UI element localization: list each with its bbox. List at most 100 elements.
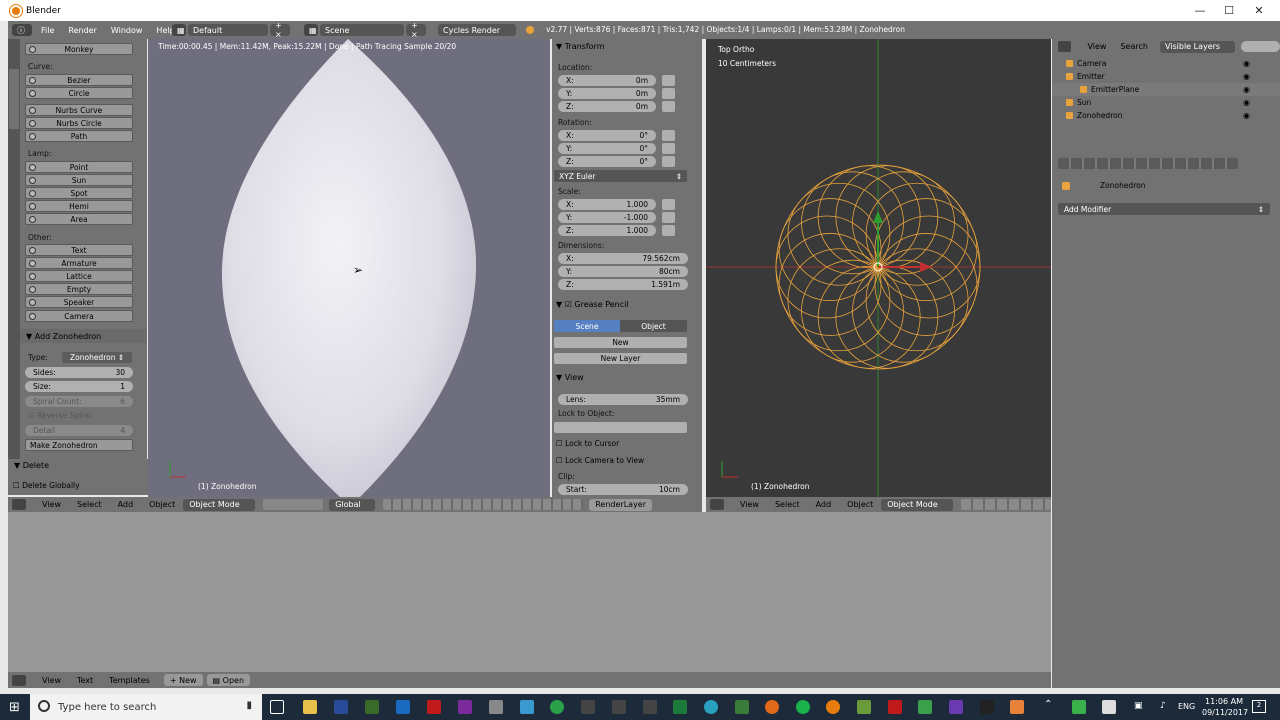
spotify-icon[interactable] <box>796 700 810 714</box>
language-indicator[interactable]: ENG <box>1178 702 1195 711</box>
add-hemi-lamp-button[interactable]: Hemi <box>25 200 133 212</box>
render-engine-select[interactable]: Cycles Render <box>438 24 516 36</box>
file-explorer-icon[interactable] <box>303 700 317 714</box>
menu-window[interactable]: Window <box>104 26 150 35</box>
outliner-item[interactable]: Camera ◉ <box>1052 57 1280 70</box>
outliner-filter-select[interactable]: Visible Layers <box>1159 40 1236 53</box>
excel-icon[interactable] <box>673 700 687 714</box>
sides-field[interactable]: Sides: 30 <box>25 367 133 378</box>
scale-z-field[interactable]: Z: 1.000 <box>558 225 656 236</box>
visibility-eye-icon[interactable]: ◉ <box>1243 98 1250 107</box>
blender-icon[interactable] <box>826 700 840 714</box>
notification-icon[interactable]: 2 <box>1252 700 1266 713</box>
lens-field[interactable]: Lens: 35mm <box>558 394 688 405</box>
add-lattice-button[interactable]: Lattice <box>25 270 133 282</box>
text-new-button[interactable]: + New <box>163 674 203 686</box>
outliner-item[interactable]: Zonohedron ◉ <box>1052 109 1280 122</box>
editor-type-icon[interactable] <box>710 499 724 510</box>
viewport-rendered[interactable]: Time:00:00.45 | Mem:11.42M, Peak:15.22M … <box>148 39 550 497</box>
viewport-wireframe[interactable]: Top Ortho 10 Centimeters (1) Zonohedron <box>706 39 1051 497</box>
lock-icon[interactable] <box>662 212 675 223</box>
lock-cursor-checkbox[interactable]: ☐ Lock to Cursor <box>556 439 619 448</box>
taskbar-search[interactable]: Type here to search ▮ <box>30 694 262 720</box>
add-bezier-button[interactable]: Bezier <box>25 74 133 86</box>
add-sun-lamp-button[interactable]: Sun <box>25 174 133 186</box>
menu-view[interactable]: View <box>34 500 69 509</box>
add-nurbs-curve-button[interactable]: Nurbs Curve <box>25 104 133 116</box>
grease-new-button[interactable]: New <box>554 337 687 348</box>
add-nurbs-circle-button[interactable]: Nurbs Circle <box>25 117 133 129</box>
editor-type-icon[interactable] <box>12 499 26 510</box>
location-x-field[interactable]: X: 0m <box>558 75 656 86</box>
text-editor-area[interactable] <box>8 512 1051 672</box>
visibility-eye-icon[interactable]: ◉ <box>1243 111 1250 120</box>
firefox-icon[interactable] <box>765 700 779 714</box>
menu-render[interactable]: Render <box>61 26 103 35</box>
menu-object[interactable]: Object <box>141 500 183 509</box>
unity-icon[interactable] <box>612 700 626 714</box>
maximize-button[interactable]: ☐ <box>1214 0 1244 21</box>
outliner-item[interactable]: Emitter ◉ <box>1052 70 1280 83</box>
minimize-button[interactable]: — <box>1185 0 1215 21</box>
transform-panel-title[interactable]: ▼ Transform <box>556 42 605 51</box>
editor-type-icon[interactable] <box>1058 41 1072 52</box>
text-menu-templates[interactable]: Templates <box>101 676 158 685</box>
editor-type-icon[interactable]: ⓘ <box>12 24 32 36</box>
delete-panel-title[interactable]: ▼ Delete <box>14 461 49 470</box>
onenote-icon[interactable] <box>458 700 472 714</box>
lock-icon[interactable] <box>662 101 675 112</box>
flash-icon[interactable] <box>427 700 441 714</box>
lock-icon[interactable] <box>662 88 675 99</box>
rotation-y-field[interactable]: Y: 0° <box>558 143 656 154</box>
add-armature-button[interactable]: Armature <box>25 257 133 269</box>
grease-object-toggle[interactable]: Object <box>620 320 687 332</box>
task-view-icon[interactable] <box>270 700 284 714</box>
app-icon[interactable] <box>1010 700 1024 714</box>
size-field[interactable]: Size: 1 <box>25 381 133 392</box>
menu-add[interactable]: Add <box>808 500 840 509</box>
outliner-item[interactable]: EmitterPlane ◉ <box>1052 83 1280 96</box>
grease-new-layer-button[interactable]: New Layer <box>554 353 687 364</box>
add-spot-lamp-button[interactable]: Spot <box>25 187 133 199</box>
microphone-icon[interactable]: ▮ <box>246 700 252 711</box>
app-icon[interactable] <box>918 700 932 714</box>
add-camera-button[interactable]: Camera <box>25 310 133 322</box>
detail-field[interactable]: Detail 4 <box>25 425 133 436</box>
app-icon[interactable] <box>520 700 534 714</box>
render-layer-select[interactable]: RenderLayer <box>589 498 653 511</box>
lock-icon[interactable] <box>662 130 675 141</box>
scale-y-field[interactable]: Y: -1.000 <box>558 212 656 223</box>
outliner-menu-view[interactable]: View <box>1079 42 1114 51</box>
layer-buttons[interactable] <box>383 499 584 510</box>
orientation-select[interactable]: Global <box>329 498 376 511</box>
photoshop-icon[interactable] <box>334 700 348 714</box>
clock[interactable]: 11:06 AM 09/11/2017 <box>1202 696 1248 718</box>
layout-add-icon[interactable]: + × <box>270 21 290 39</box>
text-open-button[interactable]: ▤ Open <box>206 674 251 686</box>
viewport-tools[interactable] <box>961 499 1052 510</box>
network-icon[interactable]: ▣ <box>1134 701 1143 711</box>
browser-icon[interactable] <box>704 700 718 714</box>
menu-select[interactable]: Select <box>69 500 110 509</box>
lock-camera-checkbox[interactable]: ☐ Lock Camera to View <box>556 456 644 465</box>
unity-icon[interactable] <box>581 700 595 714</box>
layout-grid-icon[interactable]: ▦ <box>172 24 186 36</box>
editor-type-icon[interactable] <box>12 674 26 686</box>
grease-scene-toggle[interactable]: Scene <box>554 320 620 332</box>
lock-icon[interactable] <box>662 199 675 210</box>
scene-icon[interactable]: ▦ <box>304 24 318 36</box>
scene-selector[interactable]: Scene <box>320 24 404 36</box>
visibility-eye-icon[interactable]: ◉ <box>1243 59 1250 68</box>
lock-icon[interactable] <box>662 143 675 154</box>
menu-file[interactable]: File <box>34 26 61 35</box>
tray-chevron-icon[interactable]: ⌃ <box>1044 699 1052 710</box>
reverse-spiral-checkbox[interactable]: ☑ Reverse Spiral <box>28 411 91 420</box>
text-menu-view[interactable]: View <box>34 676 69 685</box>
add-speaker-button[interactable]: Speaker <box>25 296 133 308</box>
tray-app-icon[interactable] <box>1072 700 1086 714</box>
add-text-button[interactable]: Text <box>25 244 133 256</box>
menu-view[interactable]: View <box>732 500 767 509</box>
app-icon[interactable] <box>857 700 871 714</box>
dreamweaver-icon[interactable] <box>365 700 379 714</box>
outliner-item[interactable]: Sun ◉ <box>1052 96 1280 109</box>
